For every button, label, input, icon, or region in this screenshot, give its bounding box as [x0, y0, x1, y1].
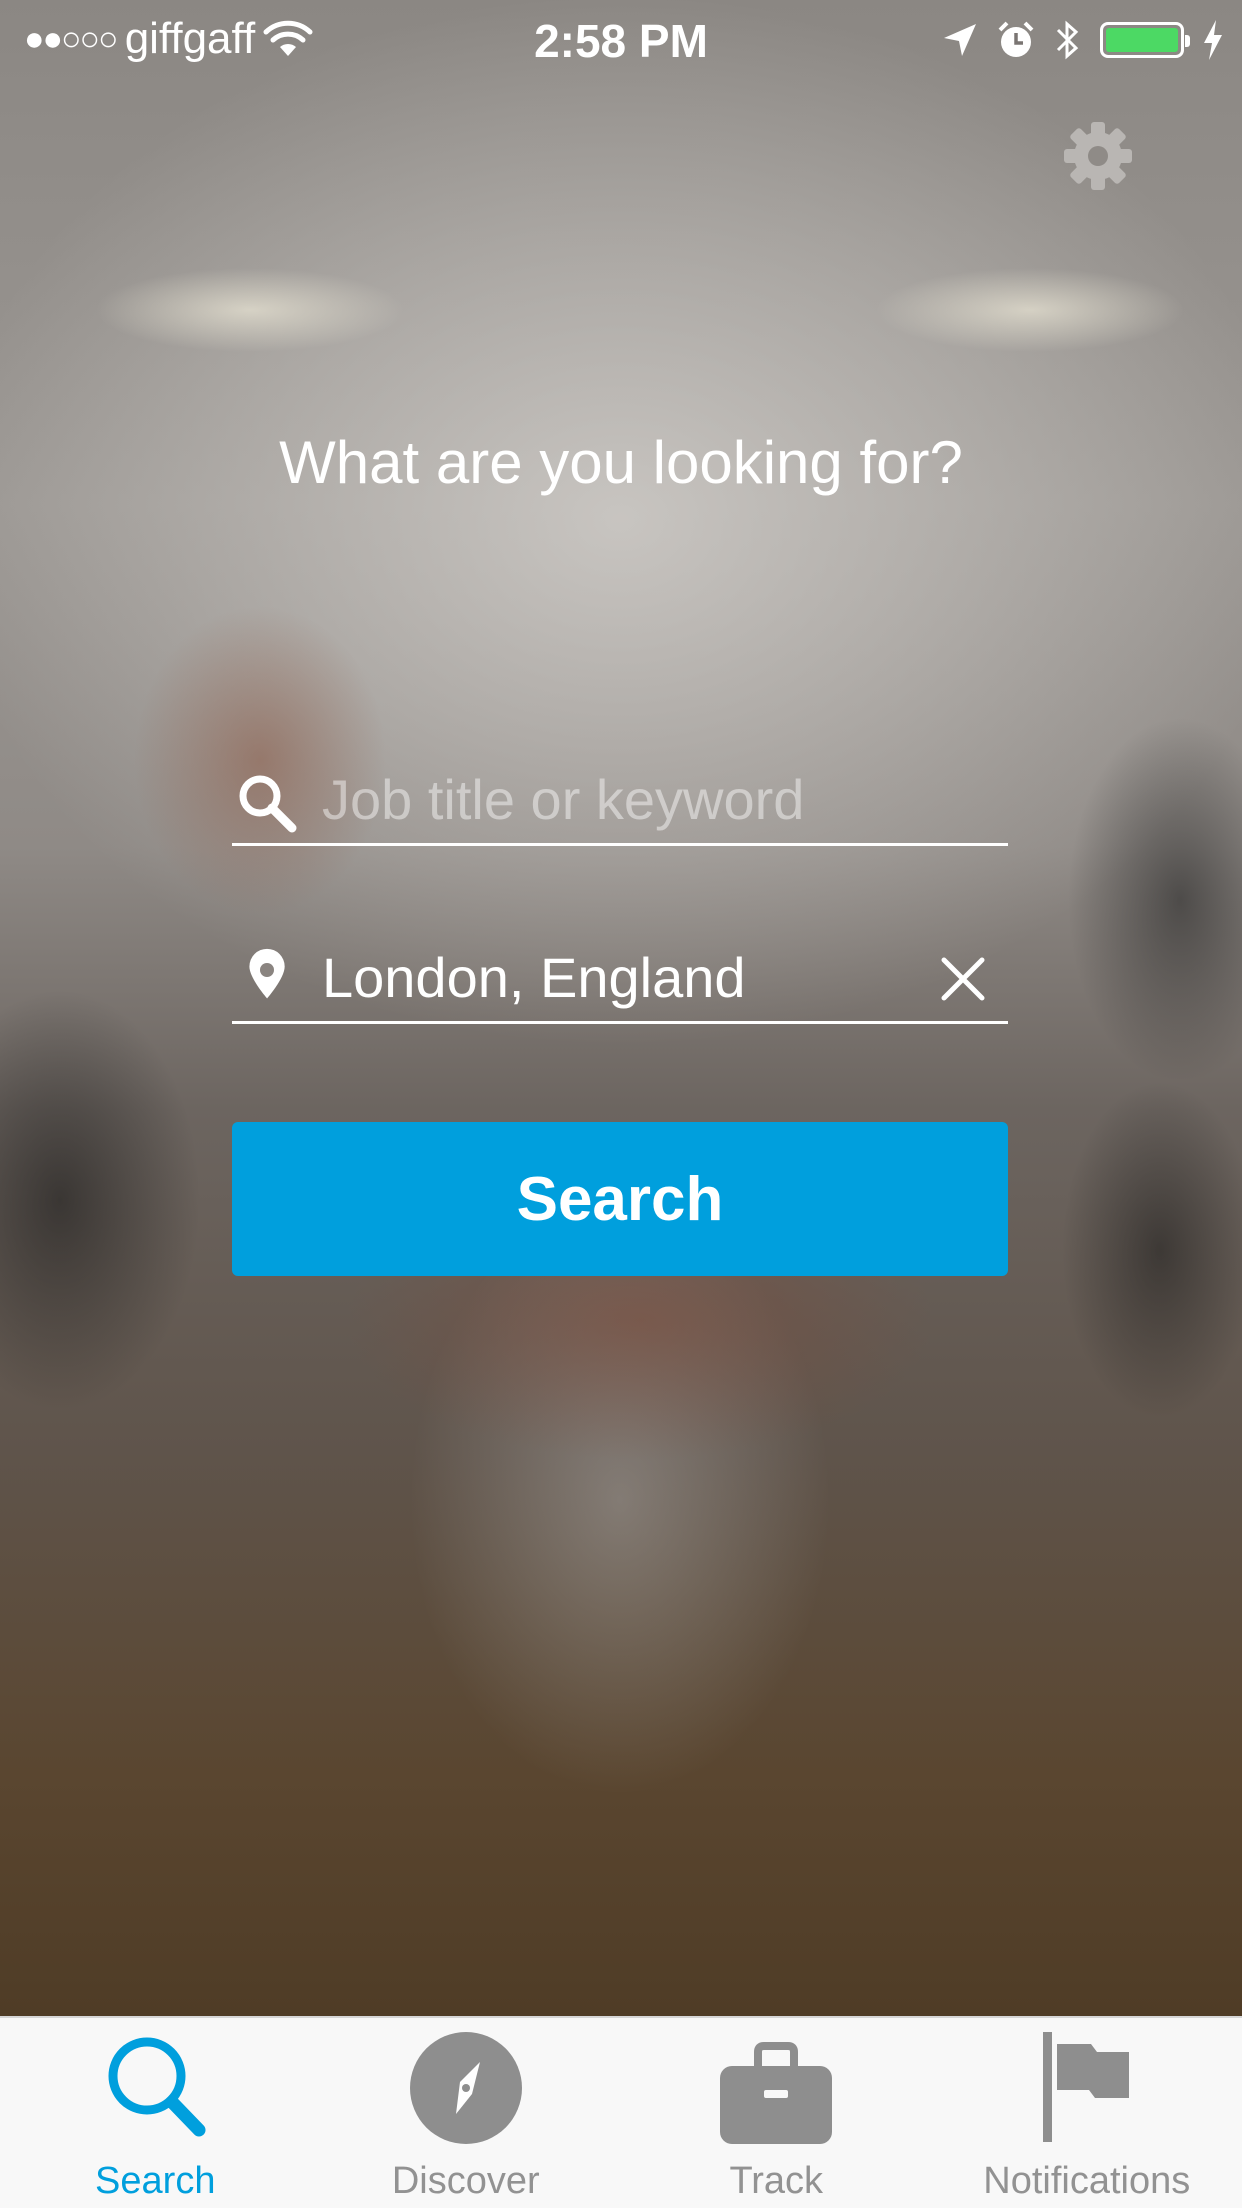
tab-notifications[interactable]: Notifications: [932, 2018, 1242, 2208]
location-input[interactable]: [322, 934, 882, 1020]
keyword-input[interactable]: [322, 756, 882, 842]
battery-indicator: [1100, 22, 1190, 58]
battery-level: [1106, 28, 1178, 52]
search-icon: [108, 2037, 206, 2137]
tab-label: Search: [95, 2160, 216, 2202]
location-pin-icon: [249, 948, 285, 999]
tab-label: Discover: [391, 2160, 540, 2202]
tab-search[interactable]: Search: [0, 2018, 311, 2208]
briefcase-icon: [720, 2042, 833, 2144]
page-title: What are you looking for?: [279, 429, 963, 496]
tab-discover[interactable]: Discover: [311, 2018, 622, 2208]
bluetooth-icon: [1056, 20, 1079, 60]
compass-icon: [409, 2032, 522, 2144]
location-field[interactable]: [232, 934, 1008, 1024]
charging-icon: [1204, 20, 1222, 60]
alarm-icon: [998, 21, 1034, 57]
tab-track[interactable]: Track: [621, 2018, 932, 2208]
search-button[interactable]: Search: [232, 1122, 1008, 1276]
keyword-field[interactable]: [232, 756, 1008, 846]
close-icon[interactable]: [940, 956, 986, 1002]
status-bar: ●●○○○ giffgaff 2:58 PM: [0, 0, 1242, 80]
tab-label: Notifications: [983, 2160, 1191, 2202]
tab-bar: Search Discover Track Notifications: [0, 2016, 1242, 2208]
flag-icon: [1042, 2032, 1129, 2142]
location-arrow-icon: [944, 24, 976, 56]
gear-icon[interactable]: [1060, 118, 1136, 194]
status-right: [942, 18, 1224, 62]
search-icon: [239, 775, 297, 833]
tab-label: Track: [729, 2160, 824, 2202]
